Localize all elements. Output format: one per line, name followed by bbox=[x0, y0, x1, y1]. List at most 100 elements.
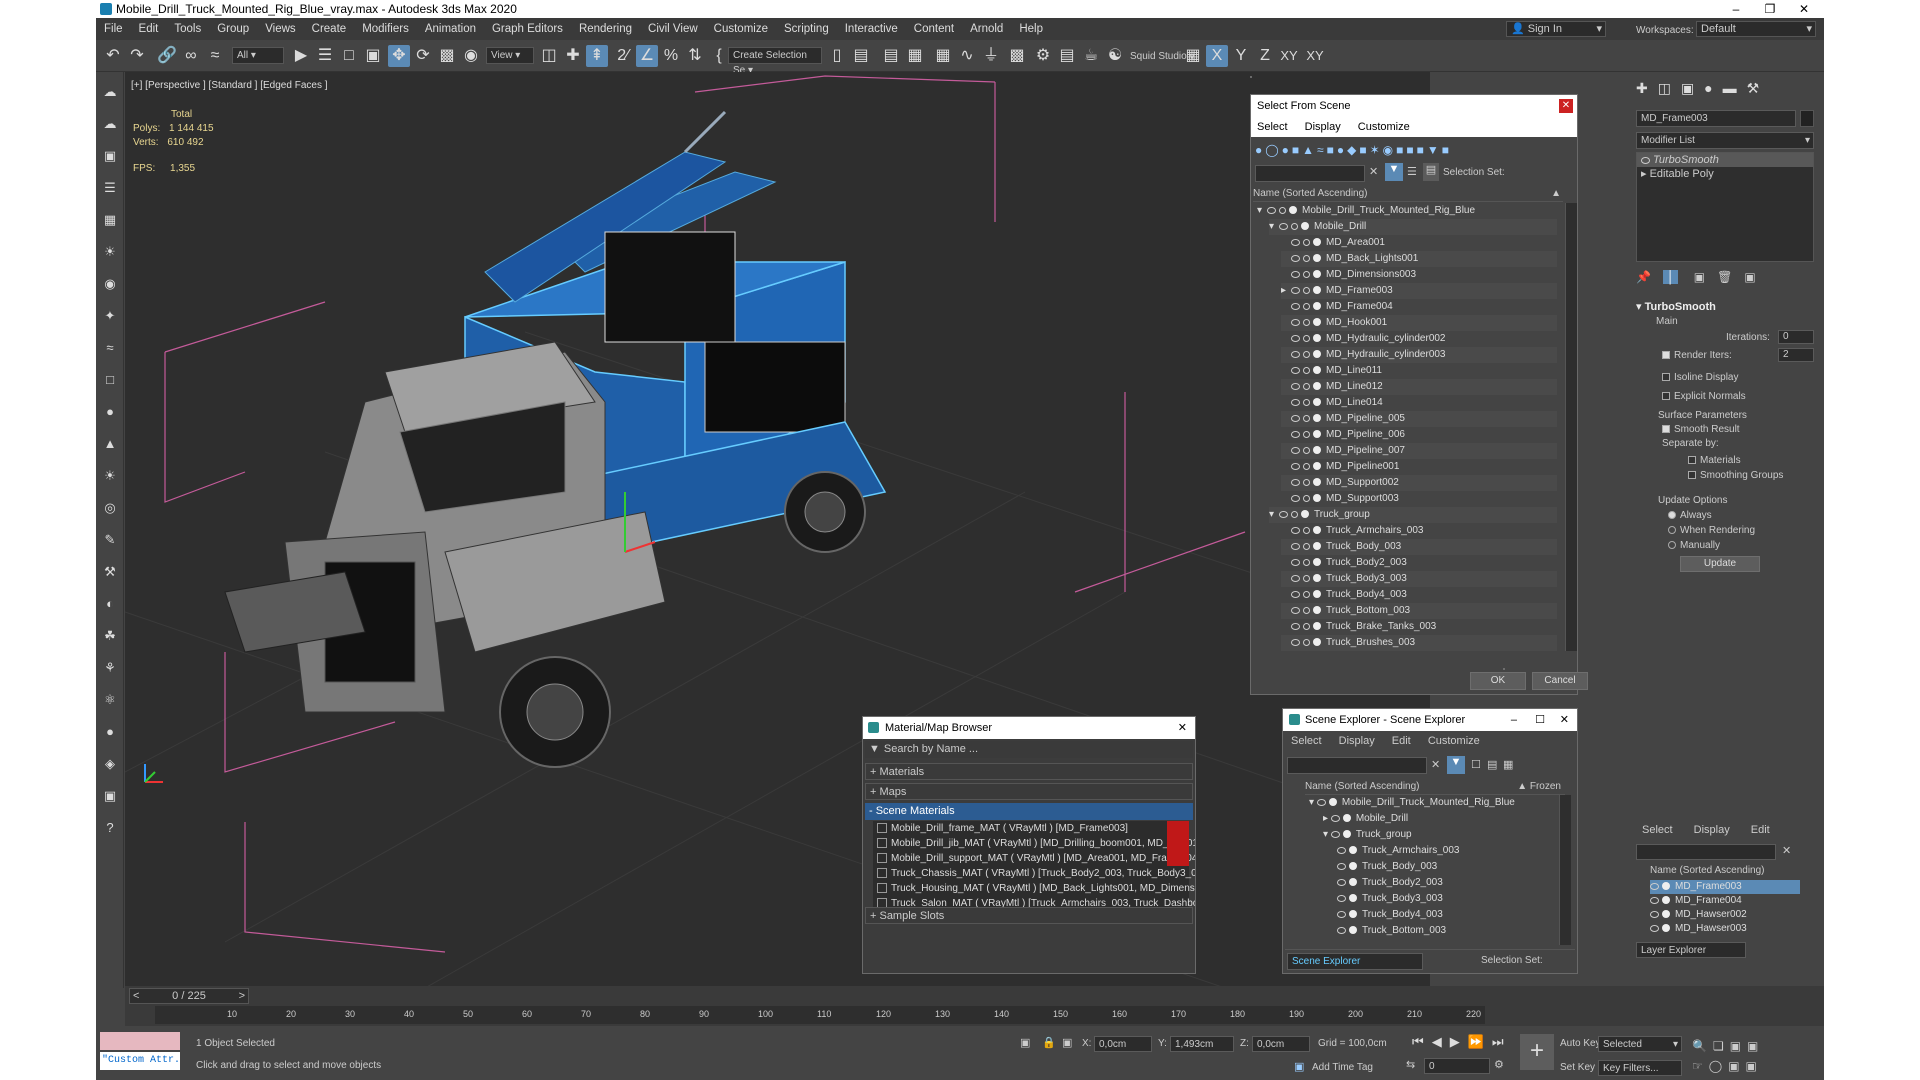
lock-icon[interactable]: ☐ bbox=[1471, 758, 1481, 771]
axis-xy-cycle-button[interactable]: XY bbox=[1304, 45, 1326, 67]
scene-item[interactable]: ▾ Mobile_Drill bbox=[1269, 219, 1557, 235]
list-icon[interactable]: ☰ bbox=[100, 178, 120, 198]
grid-icon[interactable]: ▦ bbox=[1182, 45, 1204, 67]
axis-z-button[interactable]: Z bbox=[1254, 45, 1276, 67]
render-iters-spinner[interactable]: 2 bbox=[1778, 348, 1814, 362]
layer-search-input[interactable] bbox=[1636, 844, 1776, 860]
viewport-navigation-controls[interactable]: 🔍❏▣▣ ☞◯▣▣ bbox=[1692, 1036, 1822, 1076]
link-icon[interactable]: 🔗 bbox=[156, 45, 178, 67]
object-color-swatch[interactable] bbox=[1800, 110, 1814, 127]
menu-arnold[interactable]: Arnold bbox=[962, 18, 1011, 40]
scene-item[interactable]: MD_Pipeline_006 bbox=[1281, 427, 1557, 443]
smooth-result-checkbox[interactable]: Smooth Result bbox=[1662, 424, 1740, 435]
y-coordinate-field[interactable]: 1,493cm bbox=[1170, 1036, 1234, 1052]
scene-item[interactable]: Truck_Body3_003 bbox=[1281, 571, 1557, 587]
time-slider[interactable]: <0 / 225 > bbox=[129, 988, 249, 1004]
reference-coordinate-dropdown[interactable]: View ▾ bbox=[486, 47, 534, 64]
hierarchy-icon[interactable]: ▤ bbox=[1487, 758, 1497, 771]
box-icon[interactable]: □ bbox=[100, 370, 120, 390]
redo-icon[interactable]: ↷ bbox=[126, 45, 148, 67]
axis-xy-button[interactable]: XY bbox=[1278, 45, 1300, 67]
menu-edit[interactable]: Edit bbox=[1751, 824, 1770, 836]
z-coordinate-field[interactable]: 0,0cm bbox=[1252, 1036, 1310, 1052]
scene-item[interactable]: MD_Hydraulic_cylinder002 bbox=[1281, 331, 1557, 347]
filter-icon[interactable]: ▼ bbox=[1447, 756, 1465, 774]
time-tag-icon[interactable]: ▣ bbox=[1294, 1060, 1304, 1073]
x-coordinate-field[interactable]: 0,0cm bbox=[1094, 1036, 1152, 1052]
bind-spacewarp-icon[interactable]: ≈ bbox=[204, 45, 226, 67]
scene-item[interactable]: Truck_Brushes_003 bbox=[1281, 635, 1557, 651]
physics-icon[interactable]: ⚛ bbox=[100, 690, 120, 710]
foliage-icon[interactable]: ⚘ bbox=[100, 658, 120, 678]
scene-explorer-search[interactable] bbox=[1287, 757, 1427, 774]
schematic-view-icon[interactable]: ⏚ bbox=[980, 45, 1002, 67]
clear-search-icon[interactable]: ✕ bbox=[1369, 165, 1378, 178]
create-shapes-icon[interactable]: ☁ bbox=[100, 114, 120, 134]
scene-item[interactable]: Truck_Brake_Tanks_003 bbox=[1281, 619, 1557, 635]
filter-toolbar[interactable]: ●◯●■▲≈■●◆■✶◉■■■▼■ bbox=[1255, 143, 1575, 161]
menu-modifiers[interactable]: Modifiers bbox=[354, 18, 417, 40]
image-icon[interactable]: ▣ bbox=[100, 146, 120, 166]
scene-explorer-item[interactable]: Truck_Body2_003 bbox=[1337, 875, 1549, 891]
scene-materials-group[interactable]: - Scene Materials bbox=[865, 803, 1193, 820]
scene-item[interactable]: Truck_Bottom_003 bbox=[1281, 603, 1557, 619]
menu-display[interactable]: Display bbox=[1305, 121, 1341, 133]
scene-item[interactable]: MD_Support003 bbox=[1281, 491, 1557, 507]
close-icon[interactable]: ✕ bbox=[1559, 99, 1573, 113]
lock-selection-icon[interactable]: 🔒 bbox=[1042, 1036, 1056, 1049]
menu-group[interactable]: Group bbox=[209, 18, 257, 40]
scene-item[interactable]: MD_Frame004 bbox=[1281, 299, 1557, 315]
layer-column-header[interactable]: Name (Sorted Ascending) bbox=[1650, 864, 1820, 878]
scene-item[interactable]: MD_Hydraulic_cylinder003 bbox=[1281, 347, 1557, 363]
scene-explorer-item[interactable]: ▾ Truck_group bbox=[1323, 827, 1549, 843]
window-crossing-icon[interactable]: ▣ bbox=[362, 45, 384, 67]
menu-select[interactable]: Select bbox=[1291, 735, 1322, 747]
materials-group[interactable]: + Materials bbox=[865, 763, 1193, 780]
menu-animation[interactable]: Animation bbox=[417, 18, 484, 40]
maximize-icon[interactable]: ☐ bbox=[1535, 709, 1545, 731]
maps-group[interactable]: + Maps bbox=[865, 783, 1193, 800]
scene-item[interactable]: MD_Support002 bbox=[1281, 475, 1557, 491]
layer-explorer-dropdown[interactable]: Layer Explorer bbox=[1636, 942, 1746, 958]
add-time-tag-label[interactable]: Add Time Tag bbox=[1312, 1062, 1373, 1073]
isolate-icon[interactable]: ▣ bbox=[1020, 1036, 1030, 1049]
layer-item[interactable]: MD_Frame004 bbox=[1650, 894, 1800, 908]
scene-item[interactable]: MD_Hook001 bbox=[1281, 315, 1557, 331]
spinner-snap-icon[interactable]: ⇅ bbox=[684, 45, 706, 67]
scene-item[interactable]: MD_Line014 bbox=[1281, 395, 1557, 411]
stack-item-editable-poly[interactable]: ▸ Editable Poly bbox=[1637, 167, 1813, 181]
scene-explorer-column-header[interactable]: Name (Sorted Ascending) ▲ Frozen bbox=[1305, 779, 1565, 795]
angle-snap-icon[interactable]: ∠ bbox=[636, 45, 658, 67]
hammer-icon[interactable]: ⚒ bbox=[100, 562, 120, 582]
isoline-display-checkbox[interactable]: Isoline Display bbox=[1662, 372, 1738, 383]
key-filters-button[interactable]: Key Filters... bbox=[1598, 1060, 1682, 1076]
undo-icon[interactable]: ↶ bbox=[102, 45, 124, 67]
scene-material-item[interactable]: Truck_Chassis_MAT ( VRayMtl ) [Truck_Bod… bbox=[873, 866, 1195, 881]
close-icon[interactable]: ✕ bbox=[1560, 709, 1569, 731]
camera-icon[interactable]: ◉ bbox=[100, 274, 120, 294]
menu-interactive[interactable]: Interactive bbox=[837, 18, 906, 40]
clear-search-icon[interactable]: ✕ bbox=[1431, 758, 1440, 771]
render-icon[interactable]: ▣ bbox=[100, 786, 120, 806]
time-config-icon[interactable]: ⇆ bbox=[1406, 1058, 1415, 1071]
blob-icon[interactable]: ● bbox=[100, 722, 120, 742]
grid-icon[interactable]: ▦ bbox=[100, 210, 120, 230]
layer-explorer-icon[interactable]: ▦ bbox=[904, 45, 926, 67]
menu-create[interactable]: Create bbox=[304, 18, 355, 40]
scene-item[interactable]: MD_Line012 bbox=[1281, 379, 1557, 395]
sign-in-dropdown[interactable]: 👤 Sign In ▾ bbox=[1506, 21, 1606, 37]
select-and-rotate-icon[interactable]: ⟳ bbox=[412, 45, 434, 67]
scene-material-item[interactable]: Mobile_Drill_frame_MAT ( VRayMtl ) [MD_F… bbox=[873, 821, 1189, 836]
menu-rendering[interactable]: Rendering bbox=[571, 18, 640, 40]
select-and-scale-icon[interactable]: ▩ bbox=[436, 45, 458, 67]
snaps-toggle-icon[interactable]: 2⁄ bbox=[612, 45, 634, 67]
modifier-list-dropdown[interactable]: Modifier List ▾ bbox=[1636, 132, 1814, 149]
set-key-button[interactable]: Set Key bbox=[1560, 1062, 1595, 1073]
sphere-icon[interactable]: ● bbox=[100, 402, 120, 422]
rectangle-selection-icon[interactable]: □ bbox=[338, 45, 360, 67]
object-name-field[interactable]: MD_Frame003 bbox=[1636, 110, 1796, 127]
viewport-label[interactable]: [+] [Perspective ] [Standard ] [Edged Fa… bbox=[131, 80, 328, 91]
selection-set-icon[interactable]: ▤ bbox=[1423, 163, 1439, 181]
update-button[interactable]: Update bbox=[1680, 556, 1760, 572]
iterations-spinner[interactable]: 0 bbox=[1778, 330, 1814, 344]
